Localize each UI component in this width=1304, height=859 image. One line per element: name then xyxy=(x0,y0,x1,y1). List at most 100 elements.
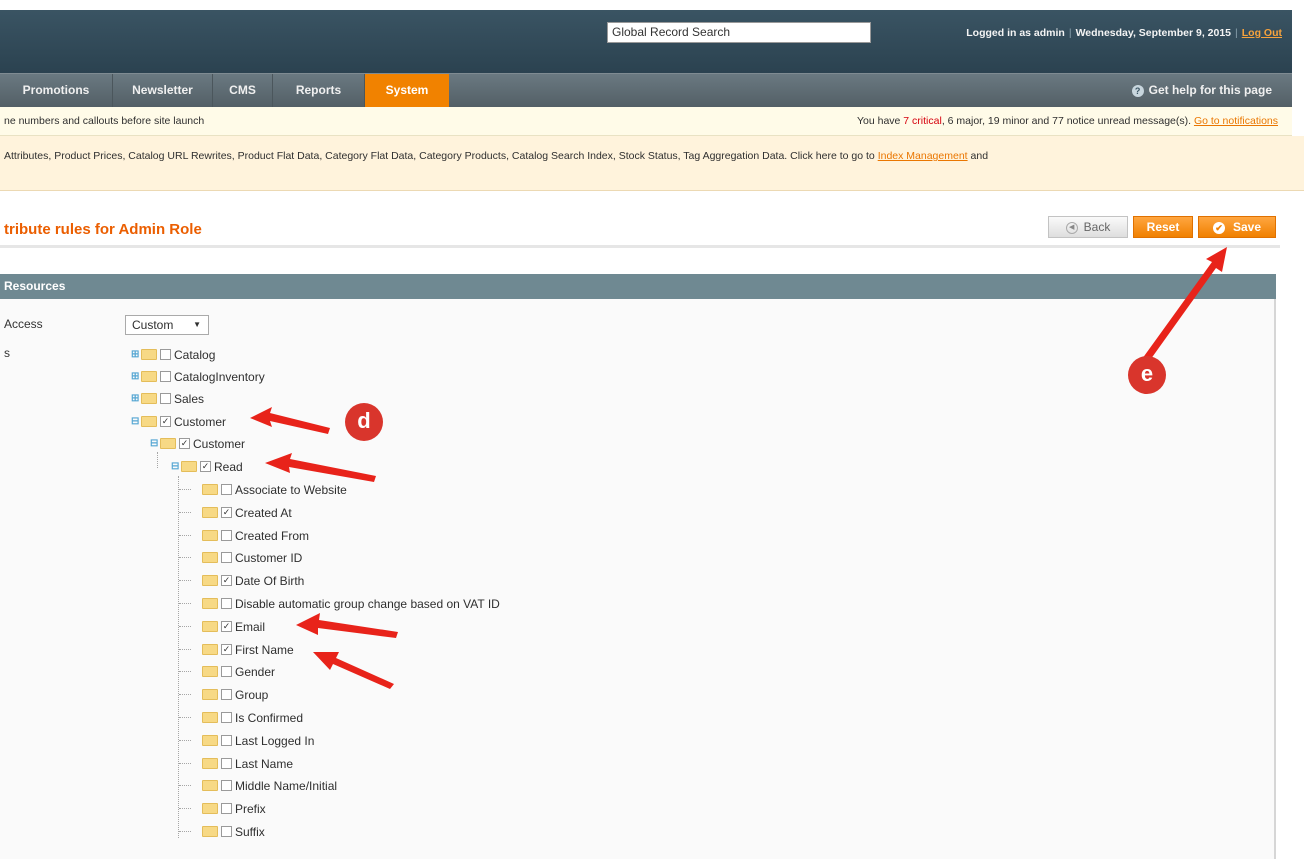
tree-node-customer-sub[interactable]: ⊟ ✓ Customer xyxy=(150,433,245,453)
field-checkbox[interactable] xyxy=(221,530,232,542)
tree-leaf-field[interactable]: Middle Name/Initial xyxy=(202,775,337,795)
field-checkbox[interactable] xyxy=(221,552,232,564)
customer-checkbox[interactable]: ✓ xyxy=(160,416,171,428)
tree-node-label: CatalogInventory xyxy=(174,369,265,384)
nav-system[interactable]: System xyxy=(365,74,449,107)
tree-leaf-field[interactable]: Group xyxy=(202,684,268,704)
read-checkbox[interactable]: ✓ xyxy=(200,461,211,473)
expand-icon[interactable]: ⊞ xyxy=(131,345,141,365)
customer-sub-checkbox[interactable]: ✓ xyxy=(179,438,190,450)
tree-leaf-field[interactable]: Prefix xyxy=(202,798,266,818)
reset-button[interactable]: Reset xyxy=(1133,216,1193,238)
collapse-icon[interactable]: ⊟ xyxy=(150,434,160,454)
nav-promotions[interactable]: Promotions xyxy=(0,74,113,107)
back-button[interactable]: ◀ Back xyxy=(1048,216,1128,238)
field-checkbox[interactable]: ✓ xyxy=(221,621,232,633)
date-text: Wednesday, September 9, 2015 xyxy=(1075,27,1232,39)
tree-leaf-field[interactable]: Gender xyxy=(202,661,275,681)
callout-d: d xyxy=(345,403,383,441)
tree-node-cataloginventory[interactable]: ⊞ CatalogInventory xyxy=(131,366,265,386)
collapse-icon[interactable]: ⊟ xyxy=(131,412,141,432)
field-label: Prefix xyxy=(235,801,266,816)
field-checkbox[interactable] xyxy=(221,666,232,678)
nav-cms[interactable]: CMS xyxy=(213,74,273,107)
field-label: Customer ID xyxy=(235,550,303,565)
collapse-icon[interactable]: ⊟ xyxy=(171,457,181,477)
tree-leaf-field[interactable]: Created From xyxy=(202,525,309,545)
notice-prefix: You have xyxy=(856,115,901,127)
field-label: Suffix xyxy=(235,824,265,839)
notice-right-text: You have 7 critical, 6 major, 19 minor a… xyxy=(857,107,1278,135)
folder-icon xyxy=(202,758,218,770)
field-checkbox[interactable] xyxy=(221,598,232,610)
folder-icon xyxy=(202,826,218,838)
field-checkbox[interactable] xyxy=(221,826,232,838)
index-management-link[interactable]: Index Management xyxy=(878,150,968,162)
expand-icon[interactable]: ⊞ xyxy=(131,389,141,409)
catalog-checkbox[interactable] xyxy=(160,349,171,361)
tree-connector xyxy=(179,489,191,490)
folder-icon xyxy=(202,575,218,587)
tree-leaf-field[interactable]: Last Name xyxy=(202,753,293,773)
field-label: Last Name xyxy=(235,756,294,771)
nav-newsletter[interactable]: Newsletter xyxy=(113,74,213,107)
field-label: Group xyxy=(235,687,269,702)
tree-node-catalog[interactable]: ⊞ Catalog xyxy=(131,344,215,364)
field-checkbox[interactable] xyxy=(221,735,232,747)
field-checkbox[interactable] xyxy=(221,758,232,770)
nav-reports[interactable]: Reports xyxy=(273,74,365,107)
logged-in-text: Logged in as admin xyxy=(966,27,1065,39)
tree-connector xyxy=(179,740,191,741)
tree-connector xyxy=(179,512,191,513)
cataloginventory-checkbox[interactable] xyxy=(160,371,171,383)
tree-leaf-field[interactable]: Disable automatic group change based on … xyxy=(202,593,500,613)
field-checkbox[interactable]: ✓ xyxy=(221,507,232,519)
resources-section-header: Resources xyxy=(0,274,1276,299)
tree-node-customer[interactable]: ⊟ ✓ Customer xyxy=(131,411,226,431)
field-checkbox[interactable] xyxy=(221,712,232,724)
save-button[interactable]: ✔ Save xyxy=(1198,216,1276,238)
field-label: Is Confirmed xyxy=(235,710,304,725)
resources-label: s xyxy=(4,346,10,360)
folder-icon xyxy=(202,689,218,701)
tree-leaf-field[interactable]: Customer ID xyxy=(202,547,302,567)
help-link[interactable]: ? Get help for this page xyxy=(1131,74,1272,107)
tree-leaf-field[interactable]: ✓ Date Of Birth xyxy=(202,570,304,590)
tree-node-read[interactable]: ⊟ ✓ Read xyxy=(171,456,243,476)
field-checkbox[interactable]: ✓ xyxy=(221,644,232,656)
save-label: Save xyxy=(1232,220,1262,234)
folder-icon xyxy=(141,371,157,383)
tree-connector xyxy=(179,808,191,809)
field-checkbox[interactable] xyxy=(221,484,232,496)
tree-leaf-field[interactable]: Associate to Website xyxy=(202,479,347,499)
tree-leaf-field[interactable]: ✓ Created At xyxy=(202,502,292,522)
expand-icon[interactable]: ⊞ xyxy=(131,367,141,387)
title-divider xyxy=(0,245,1280,248)
global-search-input[interactable]: Global Record Search xyxy=(607,22,871,43)
folder-icon xyxy=(202,507,218,519)
tree-leaf-field[interactable]: Is Confirmed xyxy=(202,707,303,727)
field-checkbox[interactable]: ✓ xyxy=(221,575,232,587)
tree-node-sales[interactable]: ⊞ Sales xyxy=(131,388,204,408)
field-checkbox[interactable] xyxy=(221,689,232,701)
field-label: First Name xyxy=(235,642,294,657)
field-checkbox[interactable] xyxy=(221,780,232,792)
tree-connector xyxy=(179,557,191,558)
tree-leaf-field[interactable]: ✓ Email xyxy=(202,616,265,636)
folder-icon xyxy=(202,484,218,496)
sales-checkbox[interactable] xyxy=(160,393,171,405)
notifications-link[interactable]: Go to notifications xyxy=(1194,115,1278,127)
field-checkbox[interactable] xyxy=(221,803,232,815)
tree-leaf-field[interactable]: ✓ First Name xyxy=(202,639,294,659)
resource-access-select[interactable]: Custom ▼ xyxy=(125,315,209,335)
help-icon: ? xyxy=(1131,85,1144,97)
user-info: Logged in as admin | Wednesday, September … xyxy=(966,27,1282,39)
folder-icon xyxy=(202,552,218,564)
back-label: Back xyxy=(1083,220,1111,234)
field-label: Disable automatic group change based on … xyxy=(235,596,500,611)
tree-leaf-field[interactable]: Last Logged In xyxy=(202,730,314,750)
tree-leaf-field[interactable]: Suffix xyxy=(202,821,265,841)
page-title: tribute rules for Admin Role xyxy=(4,221,202,238)
tree-connector xyxy=(179,626,191,627)
logout-link[interactable]: Log Out xyxy=(1242,27,1282,39)
